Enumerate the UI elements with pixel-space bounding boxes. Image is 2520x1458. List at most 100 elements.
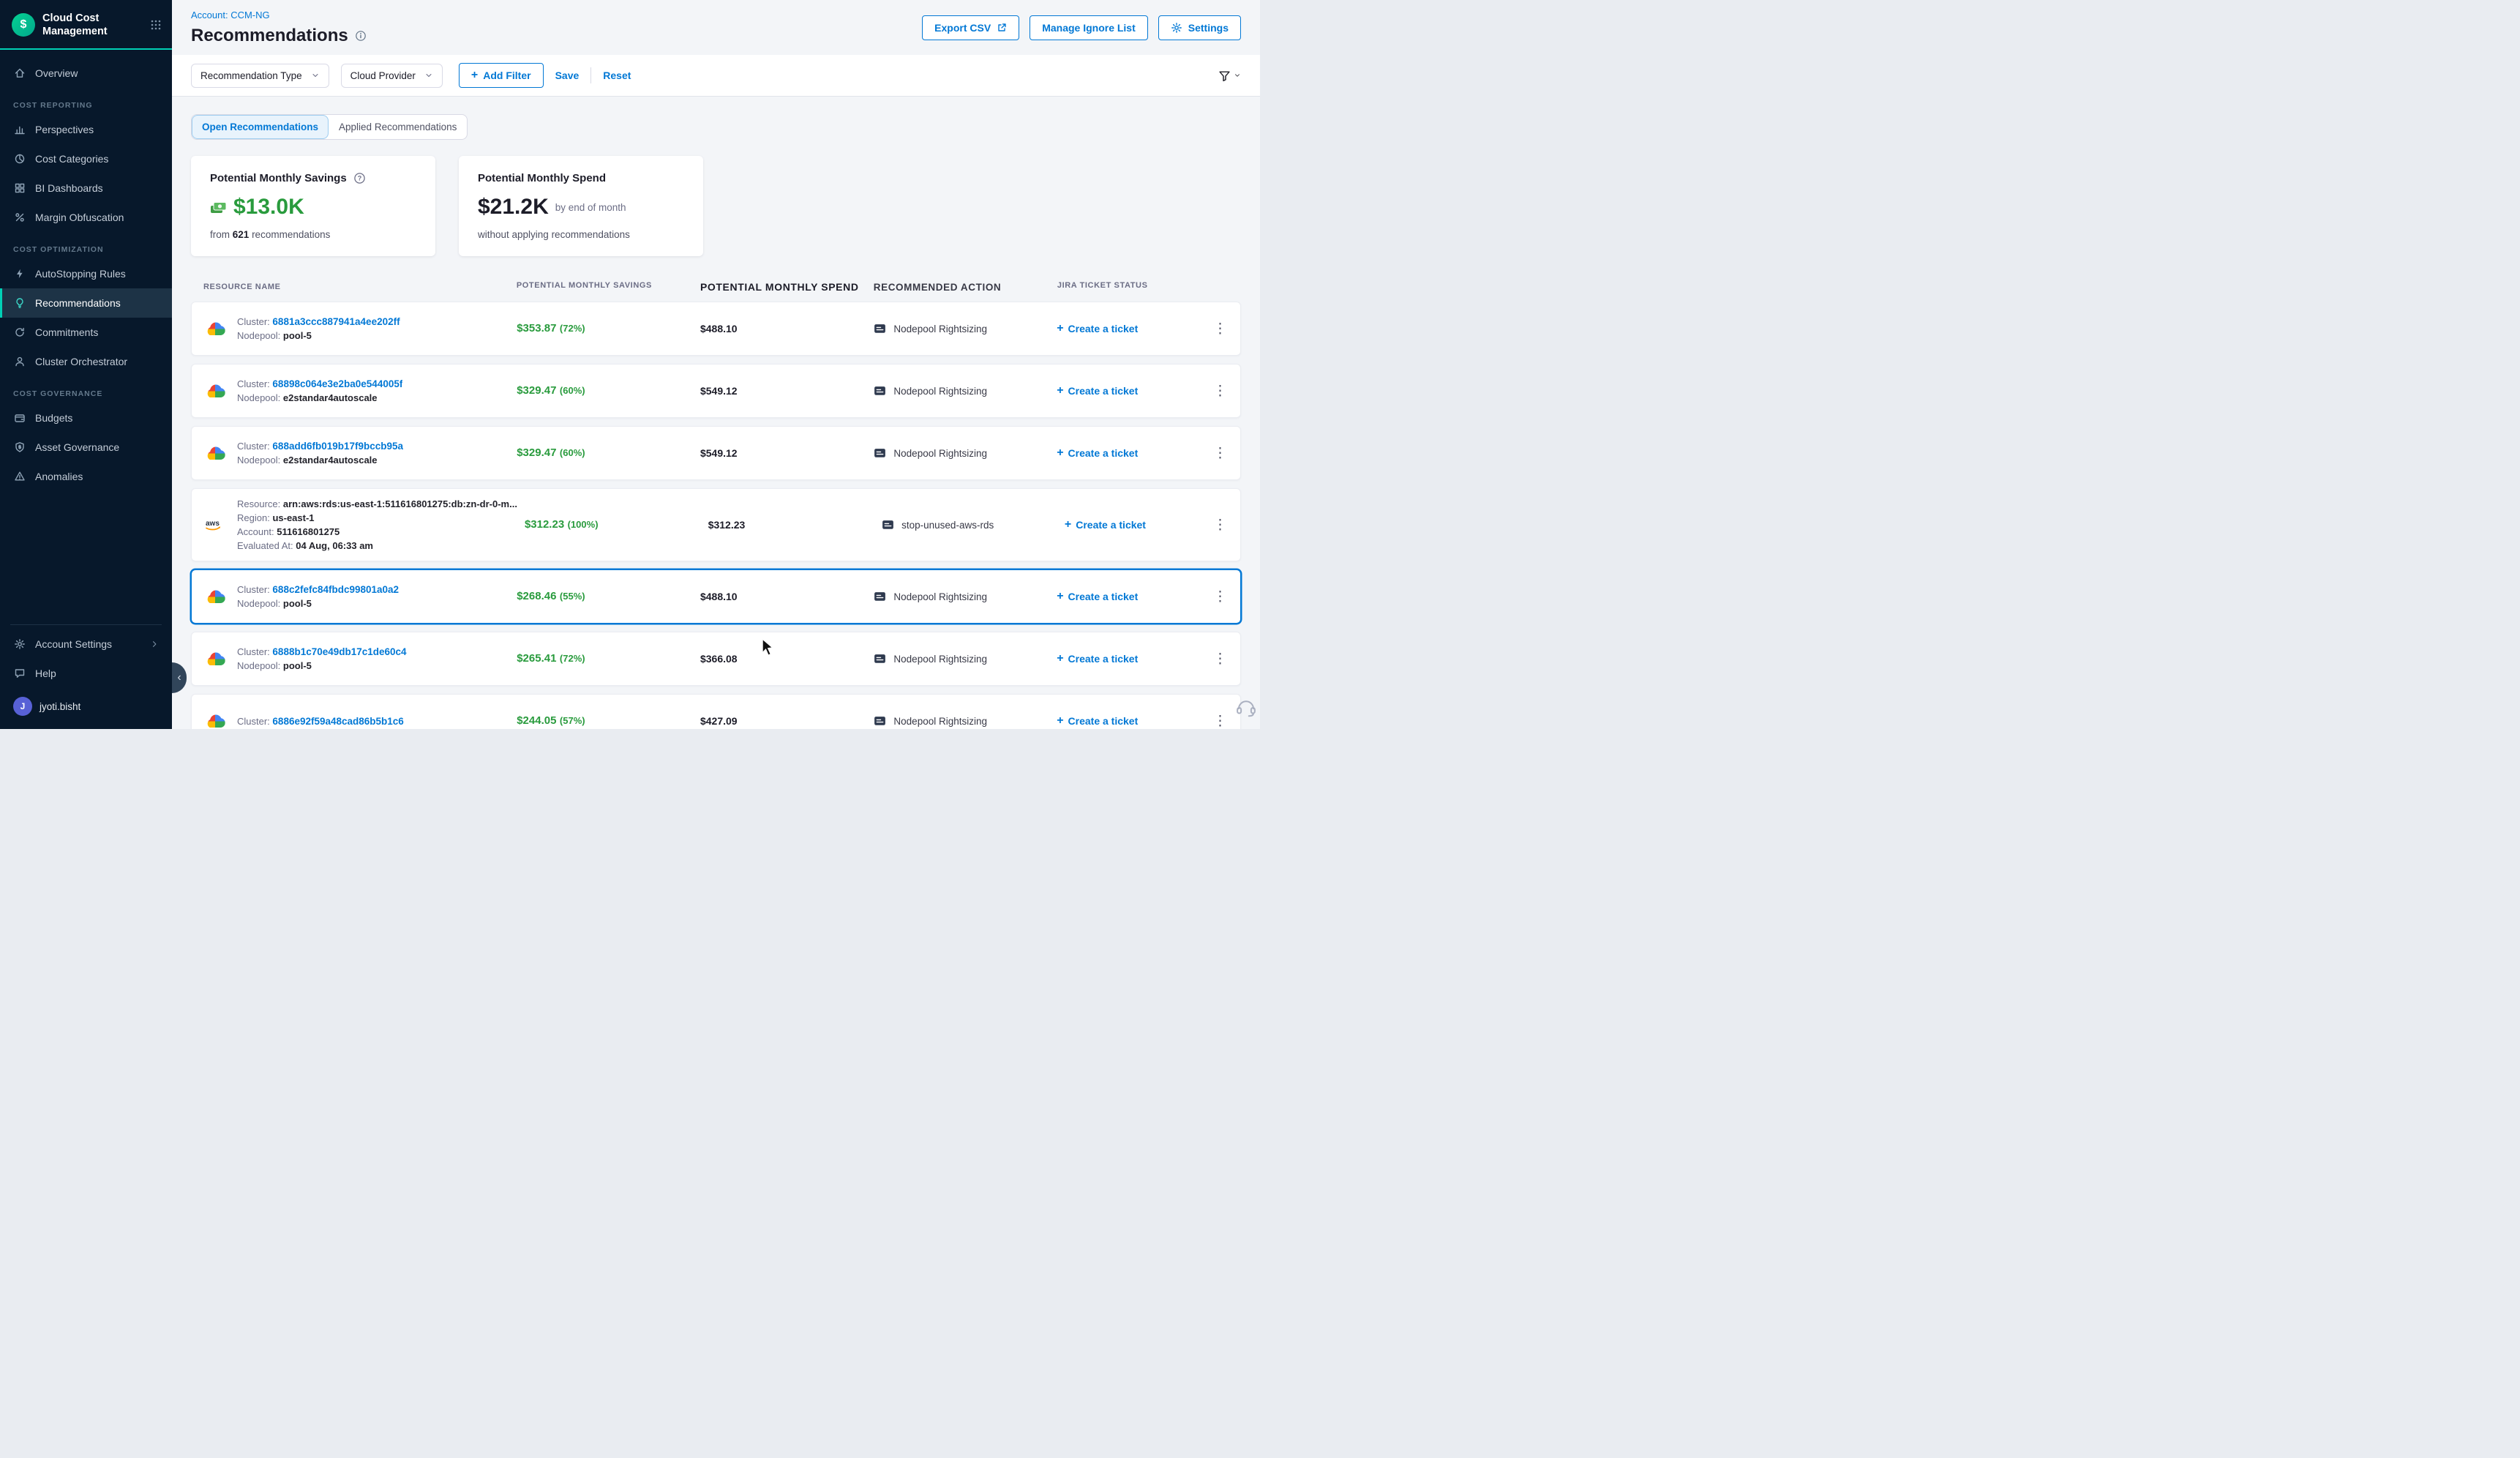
row-menu-button[interactable]: ⋮ [1207, 444, 1233, 463]
recommended-action-cell: Nodepool Rightsizing [873, 384, 1057, 398]
recommended-action-label: stop-unused-aws-rds [901, 520, 994, 531]
account-breadcrumb[interactable]: Account: CCM-NG [191, 10, 270, 20]
plus-icon: + [1057, 715, 1063, 727]
user-menu[interactable]: J jyoti.bisht [0, 688, 172, 719]
sidebar-item-overview[interactable]: Overview [0, 59, 172, 88]
sidebar-item-bi-dashboards[interactable]: BI Dashboards [0, 173, 172, 203]
settings-button[interactable]: Settings [1158, 15, 1241, 40]
recommendation-type-dropdown[interactable]: Recommendation Type [191, 64, 329, 88]
add-filter-button[interactable]: + Add Filter [459, 63, 544, 88]
resource-link[interactable]: 6886e92f59a48cad86b5b1c6 [272, 716, 403, 727]
create-ticket-button[interactable]: +Create a ticket [1057, 385, 1138, 397]
sidebar-header: $ Cloud Cost Management [0, 0, 172, 50]
create-ticket-button[interactable]: +Create a ticket [1065, 519, 1146, 531]
potential-savings-cell: $244.05 (57%) [517, 714, 700, 728]
plus-icon: + [1065, 519, 1071, 531]
resource-value: arn:aws:rds:us-east-1:511616801275:db:zn… [283, 498, 517, 509]
resource-line: Nodepool: pool-5 [237, 598, 399, 609]
support-chat-icon[interactable] [1235, 697, 1257, 722]
sidebar-item-label: Cluster Orchestrator [35, 356, 127, 367]
tab-open-recommendations[interactable]: Open Recommendations [192, 115, 329, 139]
row-menu-button[interactable]: ⋮ [1207, 649, 1233, 669]
create-ticket-button[interactable]: +Create a ticket [1057, 715, 1138, 727]
recommended-action-label: Nodepool Rightsizing [893, 324, 987, 334]
dashboard-grid-icon [13, 182, 26, 195]
table-row[interactable]: Cluster: 688add6fb019b17f9bccb95aNodepoo… [191, 426, 1241, 480]
cloud-provider-dropdown[interactable]: Cloud Provider [341, 64, 443, 88]
gcp-icon [204, 713, 226, 730]
info-icon[interactable] [355, 30, 367, 42]
resource-link[interactable]: 688c2fefc84fbdc99801a0a2 [272, 584, 399, 595]
manage-ignore-list-button[interactable]: Manage Ignore List [1030, 15, 1148, 40]
resource-line-label: Nodepool: [237, 330, 280, 341]
action-type-icon [873, 322, 887, 336]
wallet-icon [13, 411, 26, 425]
resource-link[interactable]: 6881a3ccc887941a4ee202ff [272, 316, 400, 327]
table-row[interactable]: Cluster: 68898c064e3e2ba0e544005f Nodepoo… [191, 364, 1241, 418]
recommended-action-cell: Nodepool Rightsizing [873, 652, 1057, 666]
sidebar-item-budgets[interactable]: Budgets [0, 403, 172, 433]
sidebar-item-help[interactable]: Help [0, 659, 172, 688]
row-menu-button[interactable]: ⋮ [1207, 515, 1233, 535]
sidebar-section-label: COST GOVERNANCE [0, 376, 172, 403]
spend-subtext: without applying recommendations [478, 229, 684, 240]
help-circle-icon[interactable]: ? [353, 172, 366, 184]
create-ticket-button[interactable]: +Create a ticket [1057, 591, 1138, 602]
table-row[interactable]: Cluster: 6886e92f59a48cad86b5b1c6 $244.05… [191, 694, 1241, 729]
sidebar-nav: OverviewCOST REPORTINGPerspectivesCost C… [0, 50, 172, 613]
resource-line-label: Cluster: [237, 378, 270, 389]
resource-line: Cluster: 6886e92f59a48cad86b5b1c6 [237, 716, 404, 727]
recommended-action-label: Nodepool Rightsizing [893, 386, 987, 397]
sidebar-item-recommendations[interactable]: Recommendations [0, 288, 172, 318]
filter-panel-toggle[interactable] [1218, 70, 1241, 82]
sidebar-item-anomalies[interactable]: Anomalies [0, 462, 172, 491]
resource-link[interactable]: 6888b1c70e49db17c1de60c4 [272, 646, 406, 657]
external-link-icon [997, 23, 1007, 33]
row-menu-button[interactable]: ⋮ [1207, 319, 1233, 339]
savings-subtext: from 621 recommendations [210, 229, 416, 240]
action-type-icon [873, 714, 887, 728]
sidebar-item-margin-obfuscation[interactable]: Margin Obfuscation [0, 203, 172, 232]
save-filter-button[interactable]: Save [555, 70, 580, 81]
resource-link[interactable]: 688add6fb019b17f9bccb95a [272, 441, 403, 452]
create-ticket-button[interactable]: +Create a ticket [1057, 323, 1138, 334]
sidebar-item-cost-categories[interactable]: Cost Categories [0, 144, 172, 173]
resource-value: pool-5 [283, 598, 312, 609]
sidebar-item-commitments[interactable]: Commitments [0, 318, 172, 347]
savings-card-title: Potential Monthly Savings [210, 172, 347, 184]
table-row[interactable]: Cluster: 688c2fefc84fbdc99801a0a2Nodepoo… [191, 569, 1241, 624]
create-ticket-button[interactable]: +Create a ticket [1057, 447, 1138, 459]
module-switcher-icon[interactable] [150, 19, 162, 31]
resource-value: 04 Aug, 06:33 am [296, 540, 373, 551]
table-row[interactable]: awsResource: arn:aws:rds:us-east-1:51161… [191, 488, 1241, 561]
table-row[interactable]: Cluster: 6881a3ccc887941a4ee202ffNodepoo… [191, 302, 1241, 356]
row-menu-button[interactable]: ⋮ [1207, 381, 1233, 401]
svg-text:?: ? [357, 175, 361, 182]
chevron-down-icon [311, 71, 320, 80]
plus-icon: + [1057, 591, 1063, 602]
reset-filter-button[interactable]: Reset [603, 70, 631, 81]
create-ticket-button[interactable]: +Create a ticket [1057, 653, 1138, 665]
tab-applied-recommendations[interactable]: Applied Recommendations [329, 115, 467, 139]
sidebar-item-asset-governance[interactable]: Asset Governance [0, 433, 172, 462]
sidebar-item-cluster-orchestrator[interactable]: Cluster Orchestrator [0, 347, 172, 376]
potential-spend-cell: $427.09 [700, 715, 873, 727]
table-row[interactable]: Cluster: 6888b1c70e49db17c1de60c4 Nodepoo… [191, 632, 1241, 686]
resource-value: pool-5 [283, 660, 312, 671]
gcp-icon [204, 445, 226, 462]
sidebar-item-account-settings[interactable]: Account Settings [0, 629, 172, 659]
export-csv-button[interactable]: Export CSV [922, 15, 1019, 40]
row-menu-button[interactable]: ⋮ [1207, 587, 1233, 607]
resource-value: us-east-1 [272, 512, 314, 523]
resource-link[interactable]: 68898c064e3e2ba0e544005f [272, 378, 402, 389]
potential-spend-cell: $488.10 [700, 323, 873, 334]
row-menu-button[interactable]: ⋮ [1207, 711, 1233, 730]
resource-line-label: Cluster: [237, 646, 270, 657]
page-header: Account: CCM-NG Recommendations Export C… [172, 0, 1260, 55]
plus-icon: + [1057, 653, 1063, 665]
resource-line: Resource: arn:aws:rds:us-east-1:51161680… [237, 498, 517, 509]
resource-line-label: Region: [237, 512, 270, 523]
column-header-recommended-action: RECOMMENDED ACTION [874, 281, 1057, 293]
sidebar-item-autostopping-rules[interactable]: AutoStopping Rules [0, 259, 172, 288]
sidebar-item-perspectives[interactable]: Perspectives [0, 115, 172, 144]
